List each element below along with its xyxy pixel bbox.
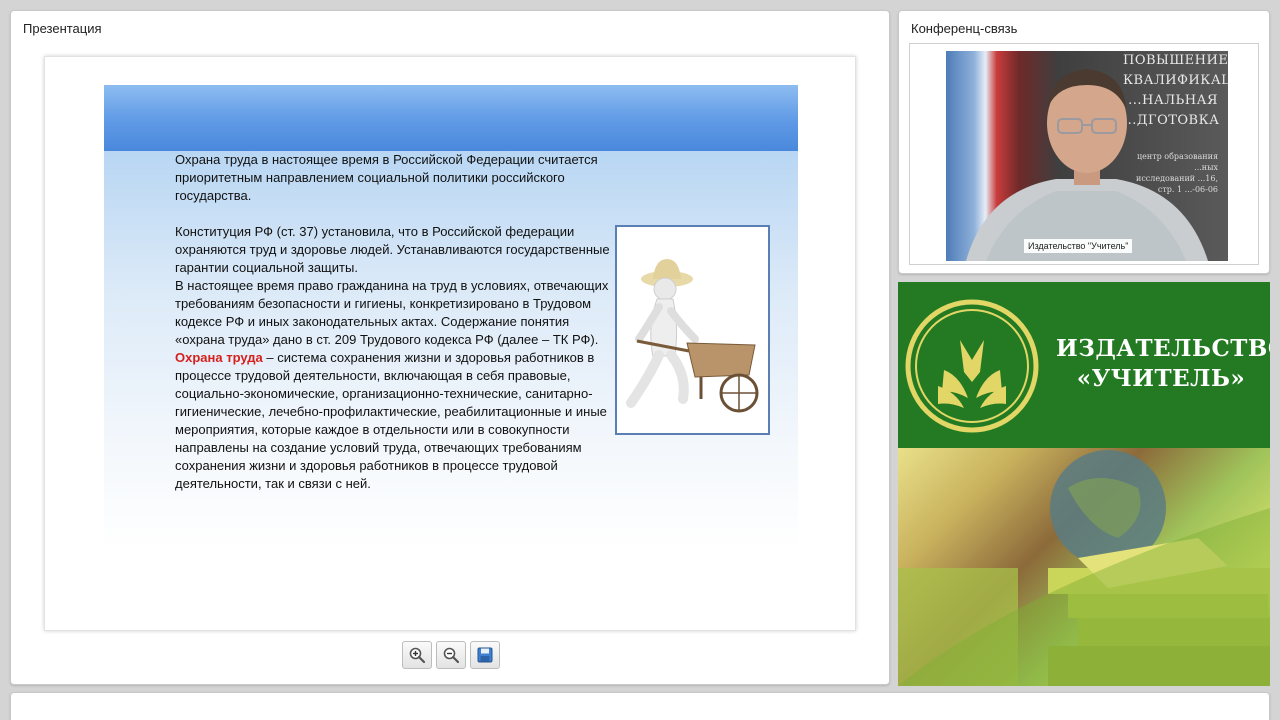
publisher-name: ИЗДАТЕЛЬСТВО «УЧИТЕЛЬ»	[1056, 334, 1270, 394]
slide-text: Охрана труда в настоящее время в Российс…	[175, 151, 615, 493]
save-icon	[477, 647, 493, 663]
presentation-panel: Презентация Охрана труда в настоящее вре…	[10, 10, 890, 685]
speaker-name-label: Издательство "Учитель"	[1024, 239, 1133, 253]
globe-and-books-illustration	[898, 450, 1270, 686]
zoom-out-button[interactable]	[436, 641, 466, 669]
slide-toolbar	[402, 641, 500, 669]
slide-viewer[interactable]: Охрана труда в настоящее время в Российс…	[44, 56, 856, 631]
slide-header-band	[104, 85, 798, 151]
save-button[interactable]	[470, 641, 500, 669]
video-frame[interactable]: ПОВЫШЕНИЕ КВАЛИФИКАЦИИ ...НАЛЬНАЯ ...ДГО…	[909, 43, 1259, 265]
speaker-video: ПОВЫШЕНИЕ КВАЛИФИКАЦИИ ...НАЛЬНАЯ ...ДГО…	[946, 51, 1228, 261]
bottom-panel	[10, 692, 1270, 720]
zoom-in-icon	[409, 647, 426, 664]
slide-term: Охрана труда	[175, 350, 263, 365]
slide-intro-text: Охрана труда в настоящее время в Российс…	[175, 152, 598, 203]
publisher-logo-icon	[905, 299, 1039, 433]
conference-panel: Конференц-связь ПОВЫШЕНИЕ КВАЛИФИКАЦИИ .…	[898, 10, 1270, 274]
publisher-banner-image	[898, 448, 1270, 686]
zoom-in-button[interactable]	[402, 641, 432, 669]
zoom-out-icon	[443, 647, 460, 664]
speaker-figure	[966, 69, 1208, 261]
presentation-title: Презентация	[23, 21, 102, 36]
publisher-name-line2: «УЧИТЕЛЬ»	[1076, 365, 1246, 392]
slide-constitution-text: Конституция РФ (ст. 37) установила, что …	[175, 224, 610, 275]
publisher-banner: ИЗДАТЕЛЬСТВО «УЧИТЕЛЬ»	[898, 282, 1270, 686]
slide-right-text: В настоящее время право гражданина на тр…	[175, 278, 609, 347]
publisher-name-line1: ИЗДАТЕЛЬСТВО	[1056, 335, 1270, 362]
worker-with-cart-image	[615, 225, 770, 435]
slide-definition-paragraph: Охрана труда – система сохранения жизни …	[175, 349, 615, 493]
publisher-banner-top: ИЗДАТЕЛЬСТВО «УЧИТЕЛЬ»	[898, 282, 1270, 448]
conference-title: Конференц-связь	[911, 21, 1018, 36]
slide-definition-text: – система сохранения жизни и здоровья ра…	[175, 350, 607, 491]
